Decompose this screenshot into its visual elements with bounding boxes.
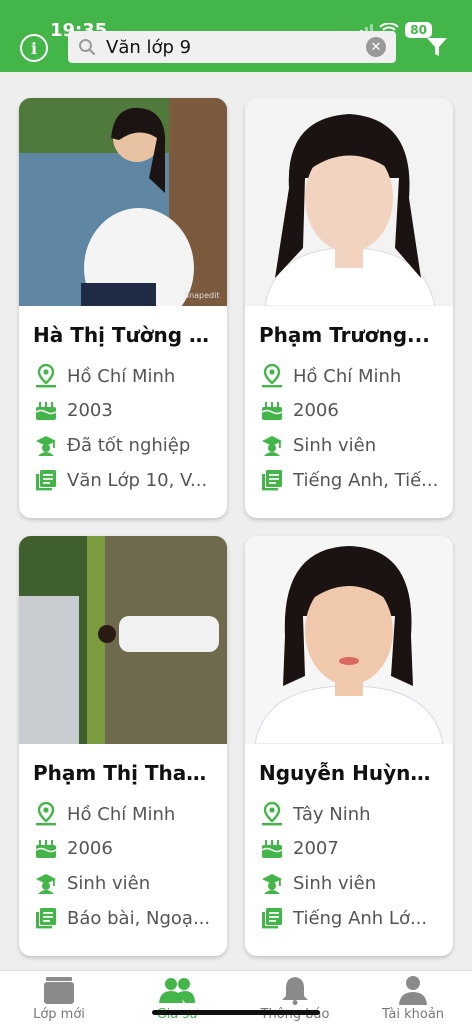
account-icon [399, 976, 427, 1005]
location-icon [262, 802, 282, 826]
tutor-name: Hà Thị Tường Vy [33, 323, 215, 347]
cake-icon [261, 840, 283, 858]
birth-year-row: 2007 [261, 837, 441, 859]
subjects-row: Tiếng Anh Lớ... [261, 907, 441, 929]
tutor-location: Tây Ninh [293, 803, 371, 825]
subjects-row: Văn Lớp 10, V... [35, 469, 215, 491]
filter-icon[interactable] [426, 36, 448, 58]
tutor-birth-year: 2006 [293, 399, 339, 421]
tutor-name: Phạm Trương... [259, 323, 430, 347]
graduation-icon [262, 436, 282, 456]
bottom-nav: Lớp mới Gia sư Thông báo Tài khoản [0, 970, 472, 1024]
home-indicator [152, 1010, 320, 1015]
bell-icon [282, 977, 308, 1005]
book-icon [36, 470, 56, 491]
tutor-card[interactable]: Phạm Trương... Hồ Chí Minh 2006 Sinh viê… [245, 98, 453, 518]
tutor-name: Nguyễn Huỳnh... [259, 761, 441, 785]
birth-year-row: 2003 [35, 399, 215, 421]
book-icon [262, 908, 282, 929]
location-row: Hồ Chí Minh [35, 364, 215, 388]
location-row: Hồ Chí Minh [261, 364, 441, 388]
subjects-row: Tiếng Anh, Tiế... [261, 469, 441, 491]
tutor-subjects: Báo bài, Ngoạ... [67, 907, 211, 929]
cake-icon [261, 402, 283, 420]
book-icon [262, 470, 282, 491]
tutor-location: Hồ Chí Minh [293, 365, 402, 387]
location-icon [36, 802, 56, 826]
birth-year-row: 2006 [35, 837, 215, 859]
tutor-birth-year: 2003 [67, 399, 113, 421]
cake-icon [35, 840, 57, 858]
graduation-icon [36, 874, 56, 894]
tutor-name: Phạm Thị Than... [33, 761, 215, 785]
nav-label: Lớp mới [33, 1007, 85, 1022]
tutor-status: Sinh viên [293, 872, 377, 894]
tutor-card[interactable]: Phạm Thị Than... Hồ Chí Minh 2006 Sinh v… [19, 536, 227, 956]
cake-icon [35, 402, 57, 420]
class-icon [44, 977, 74, 1004]
tutor-subjects: Tiếng Anh Lớ... [293, 907, 428, 929]
tutor-card[interactable]: Snapedit Hà Thị Tường Vy Hồ Chí Minh 200… [19, 98, 227, 518]
svg-text:Snapedit: Snapedit [184, 291, 220, 300]
location-row: Tây Ninh [261, 802, 441, 826]
status-row: Sinh viên [261, 872, 441, 894]
tutors-icon [159, 978, 195, 1003]
search-icon [79, 39, 96, 56]
top-bar: 19:35 80 i ✕ [0, 0, 472, 72]
subjects-row: Báo bài, Ngoạ... [35, 907, 215, 929]
tutor-location: Hồ Chí Minh [67, 803, 176, 825]
tutor-subjects: Tiếng Anh, Tiế... [293, 469, 439, 491]
status-row: Sinh viên [35, 872, 215, 894]
location-icon [262, 364, 282, 388]
tutor-location: Hồ Chí Minh [67, 365, 176, 387]
tutor-card[interactable]: Nguyễn Huỳnh... Tây Ninh 2007 Sinh viên … [245, 536, 453, 956]
graduation-icon [36, 436, 56, 456]
location-row: Hồ Chí Minh [35, 802, 215, 826]
nav-item-account[interactable]: Tài khoản [354, 975, 472, 1022]
search-bar: ✕ [68, 31, 396, 63]
tutor-birth-year: 2007 [293, 837, 339, 859]
tutor-photo [19, 536, 227, 744]
nav-label: Tài khoản [381, 1007, 445, 1022]
status-row: Đã tốt nghiệp [35, 434, 215, 456]
tutor-subjects: Văn Lớp 10, V... [67, 469, 208, 491]
nav-item-new-classes[interactable]: Lớp mới [0, 975, 118, 1022]
status-row: Sinh viên [261, 434, 441, 456]
tutor-status: Đã tốt nghiệp [67, 434, 191, 456]
tutor-photo [245, 98, 453, 306]
tutor-photo [245, 536, 453, 744]
tutor-birth-year: 2006 [67, 837, 113, 859]
tutor-grid: Snapedit Hà Thị Tường Vy Hồ Chí Minh 200… [0, 72, 472, 970]
tutor-status: Sinh viên [67, 872, 151, 894]
book-icon [36, 908, 56, 929]
tutor-status: Sinh viên [293, 434, 377, 456]
birth-year-row: 2006 [261, 399, 441, 421]
close-circle-icon[interactable]: ✕ [366, 37, 386, 57]
info-icon[interactable]: i [20, 34, 48, 62]
tutor-photo: Snapedit [19, 98, 227, 306]
location-icon [36, 364, 56, 388]
graduation-icon [262, 874, 282, 894]
search-input[interactable] [106, 31, 356, 63]
